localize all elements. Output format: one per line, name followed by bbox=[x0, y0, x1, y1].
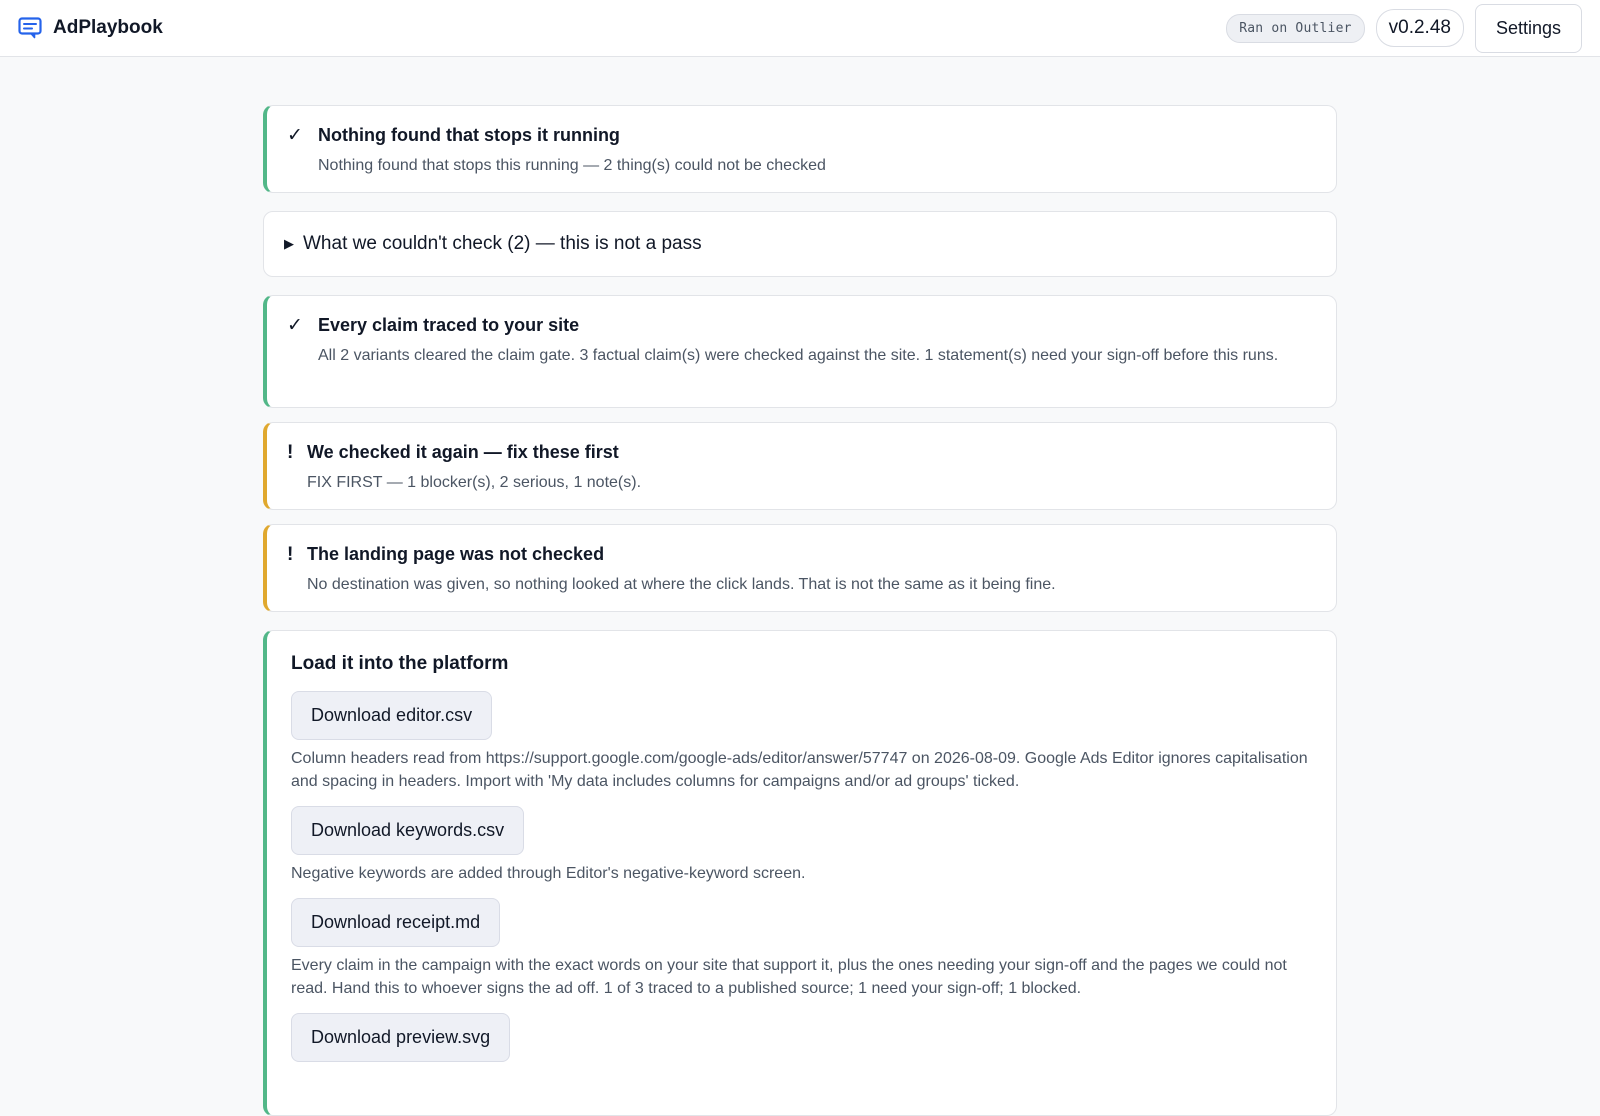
check-title: Nothing found that stops it running bbox=[318, 125, 620, 145]
download-description: Negative keywords are added through Edit… bbox=[291, 865, 806, 882]
check-card-body: The landing page was not checked No dest… bbox=[307, 544, 1056, 593]
check-title: We checked it again — fix these first bbox=[307, 442, 619, 462]
check-card-body: Nothing found that stops it running Noth… bbox=[318, 125, 826, 174]
platform-card: Load it into the platform Download edito… bbox=[263, 630, 1337, 1116]
check-description: No destination was given, so nothing loo… bbox=[307, 576, 1056, 593]
download-preview-svg-button[interactable]: Download preview.svg bbox=[291, 1013, 511, 1062]
unchecked-disclosure[interactable]: ▶ What we couldn't check (2) — this is n… bbox=[263, 211, 1337, 277]
download-description: Column headers read from https://support… bbox=[291, 750, 1308, 790]
ran-on-badge: Ran on Outlier bbox=[1226, 13, 1365, 43]
check-description: FIX FIRST — 1 blocker(s), 2 serious, 1 n… bbox=[307, 474, 642, 491]
check-card-body: We checked it again — fix these first FI… bbox=[307, 442, 641, 491]
check-card-landing-page: ! The landing page was not checked No de… bbox=[263, 524, 1337, 612]
check-title: The landing page was not checked bbox=[307, 544, 605, 564]
app-name: AdPlaybook bbox=[53, 17, 163, 38]
check-card-claims: ✓ Every claim traced to your site All 2 … bbox=[263, 295, 1337, 408]
check-title: Every claim traced to your site bbox=[318, 315, 580, 335]
warning-icon: ! bbox=[287, 442, 294, 463]
check-card-fix-first: ! We checked it again — fix these first … bbox=[263, 422, 1337, 510]
brand[interactable]: AdPlaybook bbox=[18, 16, 163, 40]
check-icon: ✓ bbox=[287, 315, 303, 336]
warning-icon: ! bbox=[287, 544, 294, 565]
top-actions: Ran on Outlier v0.2.48 Settings bbox=[1226, 3, 1582, 53]
download-keywords-csv-button[interactable]: Download keywords.csv bbox=[291, 806, 525, 855]
chat-bubble-icon bbox=[18, 17, 42, 39]
settings-button[interactable]: Settings bbox=[1474, 3, 1582, 53]
triangle-right-icon: ▶ bbox=[284, 236, 294, 251]
check-card-runs: ✓ Nothing found that stops it running No… bbox=[263, 105, 1337, 193]
top-bar: AdPlaybook Ran on Outlier v0.2.48 Settin… bbox=[0, 0, 1600, 57]
download-editor-csv-button[interactable]: Download editor.csv bbox=[291, 691, 493, 740]
main-content: ✓ Nothing found that stops it running No… bbox=[263, 105, 1337, 1116]
version-badge: v0.2.48 bbox=[1375, 9, 1464, 47]
check-description: Nothing found that stops this running — … bbox=[318, 157, 826, 174]
download-description: Every claim in the campaign with the exa… bbox=[291, 957, 1287, 997]
check-icon: ✓ bbox=[287, 125, 303, 146]
check-description: All 2 variants cleared the claim gate. 3… bbox=[318, 347, 1279, 364]
platform-title: Load it into the platform bbox=[291, 653, 509, 674]
download-receipt-md-button[interactable]: Download receipt.md bbox=[291, 898, 501, 947]
unchecked-label: What we couldn't check (2) — this is not… bbox=[303, 233, 702, 254]
check-card-body: Every claim traced to your site All 2 va… bbox=[318, 315, 1278, 389]
